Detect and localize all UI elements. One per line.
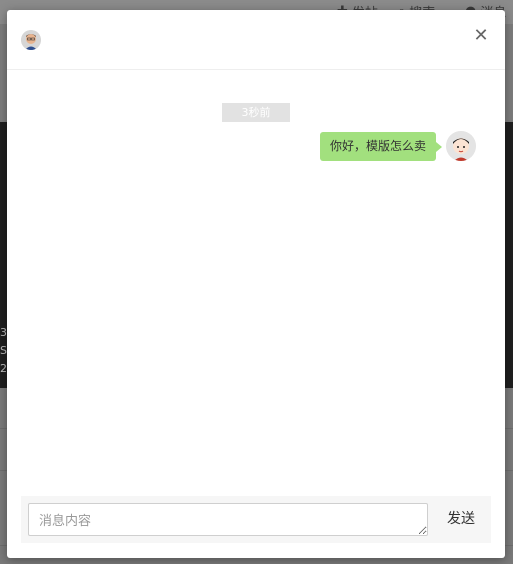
close-button[interactable]: ✕ bbox=[471, 26, 491, 46]
send-button[interactable]: 发送 bbox=[437, 503, 485, 536]
user-avatar[interactable] bbox=[446, 131, 476, 161]
chat-header: ✕ bbox=[7, 10, 505, 70]
message-bubble: 你好，模版怎么卖 bbox=[320, 132, 443, 161]
message-input[interactable] bbox=[28, 503, 428, 536]
person-avatar-icon bbox=[21, 30, 41, 50]
message-timestamp: 3秒前 bbox=[222, 103, 290, 122]
user-avatar-icon bbox=[446, 131, 476, 161]
contact-avatar[interactable] bbox=[21, 30, 41, 50]
message-composer: 发送 bbox=[21, 496, 491, 543]
chat-dialog: ✕ 3秒前 你好，模版怎么卖 发送 bbox=[7, 10, 505, 558]
